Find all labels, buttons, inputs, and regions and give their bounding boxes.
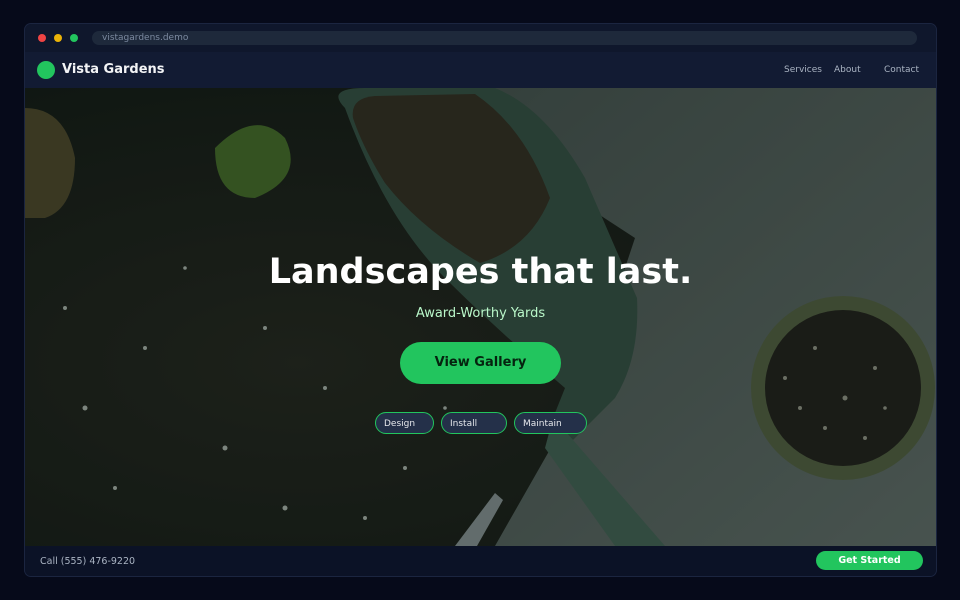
- hero-subheading: Award-Worthy Yards: [415, 306, 546, 321]
- browser-window: vistagardens.demo Vista Gardens Services…: [25, 24, 936, 576]
- brand-name[interactable]: Vista Gardens: [62, 60, 165, 80]
- phone-number[interactable]: Call (555) 476-9220: [40, 555, 135, 569]
- chip-install[interactable]: Install: [441, 412, 507, 434]
- logo-icon[interactable]: [37, 61, 55, 79]
- hero-section: Landscapes that last. Award-Worthy Yards…: [25, 88, 936, 546]
- browser-titlebar: vistagardens.demo: [25, 24, 936, 52]
- address-bar[interactable]: vistagardens.demo: [92, 31, 917, 45]
- nav-link-about[interactable]: About: [834, 63, 861, 77]
- minimize-window-icon[interactable]: [54, 34, 62, 42]
- close-window-icon[interactable]: [38, 34, 46, 42]
- sticky-footer-bar: Call (555) 476-9220 Get Started: [25, 546, 936, 576]
- nav-link-contact[interactable]: Contact: [884, 63, 919, 77]
- nav-link-services[interactable]: Services: [784, 63, 822, 77]
- view-gallery-button[interactable]: View Gallery: [400, 342, 561, 384]
- chip-maintain[interactable]: Maintain: [514, 412, 587, 434]
- hero-headline: Landscapes that last.: [268, 252, 693, 292]
- get-started-button[interactable]: Get Started: [816, 551, 923, 570]
- maximize-window-icon[interactable]: [70, 34, 78, 42]
- chip-design[interactable]: Design: [375, 412, 434, 434]
- site-navbar: Vista Gardens Services About Contact: [25, 52, 936, 88]
